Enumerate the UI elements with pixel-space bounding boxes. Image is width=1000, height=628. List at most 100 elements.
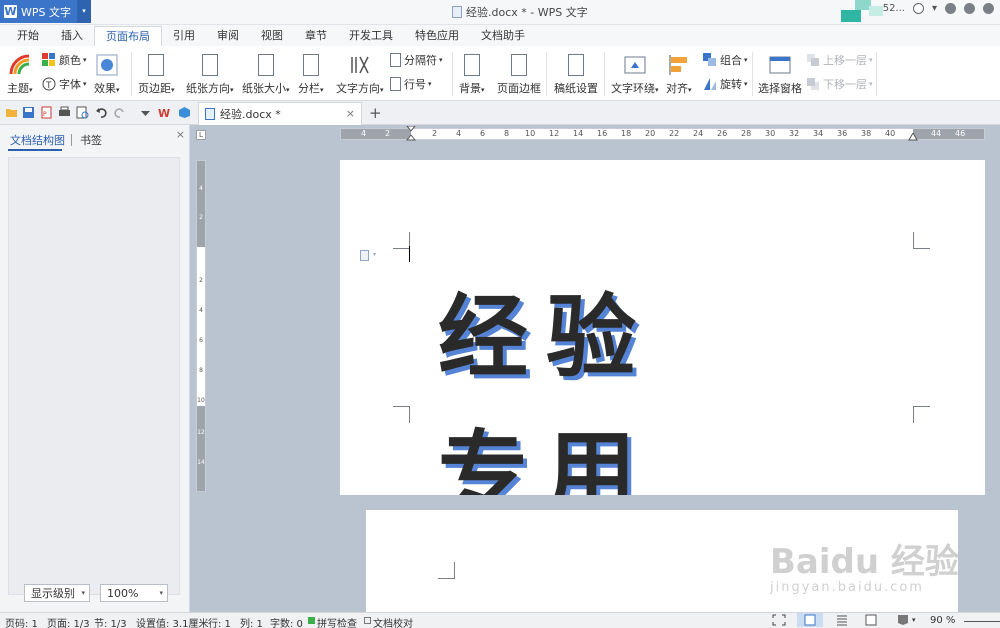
tab-special[interactable]: 特色应用 [404, 26, 470, 46]
tab-review[interactable]: 审阅 [206, 26, 250, 46]
orientation-button[interactable]: 纸张方向▾ [186, 54, 234, 96]
page-view-icon[interactable] [803, 614, 817, 626]
document-heading-line-2[interactable]: 专用 [438, 400, 654, 495]
ribbon-separator [876, 52, 877, 96]
margin-corner-mark [913, 232, 930, 249]
rotate-button[interactable]: 旋转 ▾ [703, 76, 748, 92]
ruler-tick-label: 46 [955, 129, 966, 138]
right-indent-marker-icon[interactable] [908, 133, 918, 141]
document-proofread[interactable]: 文档校对 [373, 615, 413, 628]
svg-text:W: W [158, 107, 170, 119]
user-name[interactable]: 52... [883, 3, 905, 14]
close-panel-icon[interactable]: × [176, 128, 185, 141]
reading-mode-dd-icon[interactable]: ▾ [912, 616, 916, 624]
ribbon-separator [752, 52, 753, 96]
status-row[interactable]: 行: 1 [208, 615, 231, 628]
spell-check-toggle[interactable]: 拼写检查 [317, 615, 357, 628]
tab-developer[interactable]: 开发工具 [338, 26, 404, 46]
breaks-button[interactable]: 分隔符 ▾ [390, 52, 443, 68]
orientation-icon [201, 54, 218, 76]
tab-bookmarks[interactable]: 书签 [80, 132, 102, 148]
tab-stop-selector[interactable]: L [196, 130, 206, 140]
box-icon[interactable] [178, 106, 191, 119]
group-button[interactable]: 组合 ▾ [703, 52, 748, 68]
align-button[interactable]: 对齐▾ [666, 54, 692, 96]
customize-dropdown-icon[interactable] [139, 106, 152, 119]
wps-cloud-icon[interactable]: W [158, 106, 171, 119]
status-setting-value[interactable]: 设置值: 3.1厘米 [136, 615, 208, 628]
help-icon[interactable] [983, 3, 994, 14]
tab-doc-assistant[interactable]: 文档助手 [470, 26, 536, 46]
page-border-icon [511, 54, 527, 76]
display-level-select[interactable]: 显示级别 ▾ [24, 584, 90, 602]
zoom-slider[interactable] [964, 621, 1000, 622]
status-column[interactable]: 列: 1 [240, 615, 263, 628]
vertical-ruler[interactable]: 4 2 2 4 6 8 10 12 14 [196, 160, 206, 492]
tab-page-layout[interactable]: 页面布局 [94, 26, 162, 46]
redo-icon[interactable] [113, 106, 126, 119]
document-tab[interactable]: 经验.docx * × [198, 102, 362, 125]
colors-button[interactable]: 颜色 ▾ [42, 52, 87, 68]
tab-document-map[interactable]: 文档结构图 [10, 132, 65, 148]
columns-button[interactable]: 分栏▾ [298, 54, 324, 96]
skin-icon[interactable] [945, 3, 956, 14]
zoom-level[interactable]: 90 % [930, 615, 955, 626]
document-map-content[interactable] [8, 157, 180, 595]
skin-decoration [835, 0, 883, 22]
user-dropdown-icon[interactable]: ▾ [932, 3, 937, 14]
open-folder-icon[interactable] [5, 106, 18, 119]
send-backward-button[interactable]: 下移一层 ▾ [806, 76, 873, 92]
paste-options-icon[interactable] [360, 250, 369, 261]
status-page-number[interactable]: 页码: 1 [5, 615, 38, 628]
bring-forward-button[interactable]: 上移一层 ▾ [806, 52, 873, 68]
document-page[interactable]: ▾ 经验 专用 [340, 160, 985, 495]
paper-size-button[interactable]: 纸张大小▾ [242, 54, 290, 96]
status-word-count[interactable]: 字数: 0 [270, 615, 303, 628]
save-icon[interactable] [22, 106, 35, 119]
new-tab-button[interactable]: + [369, 104, 382, 122]
fonts-button[interactable]: T 字体 ▾ [42, 76, 87, 92]
tab-home[interactable]: 开始 [6, 26, 50, 46]
web-view-icon[interactable] [864, 614, 878, 626]
effects-button[interactable]: 效果▾ [94, 54, 120, 96]
status-pages[interactable]: 页面: 1/3 [47, 615, 90, 628]
paper-settings-button[interactable]: 稿纸设置 [554, 54, 598, 96]
tab-section[interactable]: 章节 [294, 26, 338, 46]
ruler-tick-label: 8 [199, 367, 203, 374]
margins-button[interactable]: 页边距▾ [138, 54, 175, 96]
paste-options-dd-icon[interactable]: ▾ [373, 251, 376, 258]
ribbon: 主题▾ 颜色 ▾ T 字体 ▾ 效果▾ 页边距▾ 纸张方向▾ 纸张大小▾ 分栏▾ 文… [0, 46, 1000, 101]
indent-marker-icon[interactable] [406, 126, 416, 142]
columns-dd-icon: ▾ [320, 86, 324, 94]
background-button[interactable]: 背景▾ [459, 54, 485, 96]
theme-button[interactable]: 主题▾ [7, 54, 33, 96]
export-pdf-icon[interactable]: P [40, 106, 53, 119]
ruler-tick-label: 38 [861, 129, 872, 138]
page-border-button[interactable]: 页面边框 [497, 54, 541, 96]
text-direction-button[interactable]: 文字方向▾ [336, 54, 384, 96]
document-heading-line-1[interactable]: 经验 [438, 264, 654, 394]
selection-pane-button[interactable]: 选择窗格 [758, 54, 802, 96]
doc-proof-checkbox-icon[interactable] [364, 617, 371, 624]
undo-icon[interactable] [95, 106, 108, 119]
reading-mode-icon[interactable] [896, 614, 910, 626]
tab-view[interactable]: 视图 [250, 26, 294, 46]
app-dropdown-icon[interactable]: ▾ [77, 0, 91, 23]
app-menu-button[interactable]: W WPS 文字 ▾ [0, 0, 91, 23]
print-icon[interactable] [58, 106, 71, 119]
line-numbers-button[interactable]: 行号 ▾ [390, 76, 432, 92]
print-preview-icon[interactable] [76, 106, 89, 119]
tab-insert[interactable]: 插入 [50, 26, 94, 46]
paper-settings-label: 稿纸设置 [554, 82, 598, 95]
outline-view-icon[interactable] [835, 614, 849, 626]
panel-zoom-select[interactable]: 100% ▾ [100, 584, 168, 602]
fullscreen-icon[interactable] [772, 614, 786, 626]
horizontal-ruler[interactable]: 4 2 2 4 6 8 10 12 14 16 18 20 22 24 26 2… [340, 126, 985, 142]
tab-references[interactable]: 引用 [162, 26, 206, 46]
wrap-text-button[interactable]: 文字环绕▾ [611, 54, 659, 96]
settings-icon[interactable] [964, 3, 975, 14]
colors-icon [42, 53, 56, 67]
status-section[interactable]: 节: 1/3 [94, 615, 127, 628]
close-tab-icon[interactable]: × [346, 107, 355, 120]
avatar-icon[interactable] [912, 3, 924, 14]
